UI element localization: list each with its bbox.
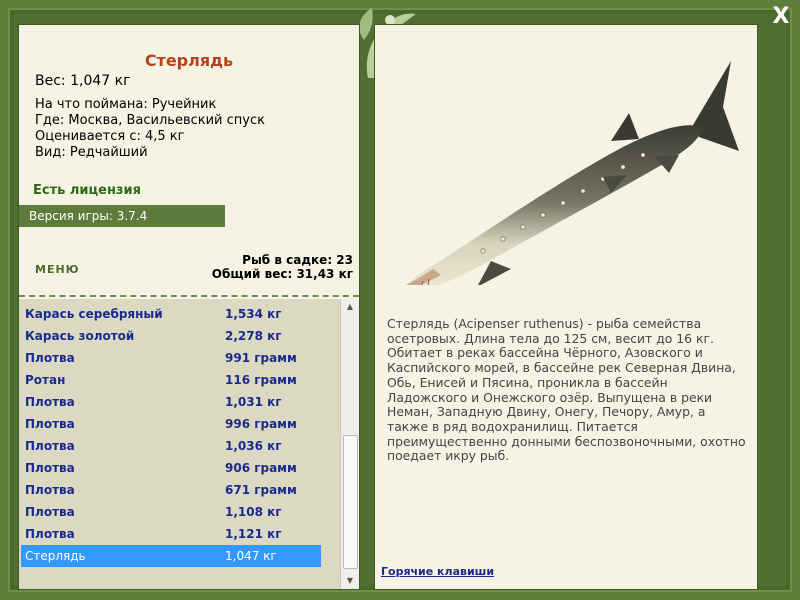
list-item-name: Стерлядь [25,549,86,563]
list-item-weight: 2,278 кг [225,329,282,343]
list-item[interactable]: Плотва 1,121 кг [21,523,321,545]
list-item[interactable]: Плотва 991 грамм [21,347,321,369]
list-item[interactable]: Плотва 1,036 кг [21,435,321,457]
list-item-weight: 1,108 кг [225,505,282,519]
list-item-name: Плотва [25,395,75,409]
fish-weight: Вес: 1,047 кг [35,73,131,89]
list-item[interactable]: Плотва 1,108 кг [21,501,321,523]
list-item-weight: 906 грамм [225,461,297,475]
list-item[interactable]: Плотва 1,031 кг [21,391,321,413]
list-item-name: Ротан [25,373,66,387]
scroll-thumb[interactable] [343,435,358,569]
divider [19,295,359,297]
list-item-selected[interactable]: Стерлядь 1,047 кг [21,545,321,567]
list-item-weight: 996 грамм [225,417,297,431]
list-item-name: Плотва [25,483,75,497]
list-item[interactable]: Плотва 996 грамм [21,413,321,435]
fish-info-section: Стерлядь Вес: 1,047 кг На что поймана: Р… [19,25,359,295]
list-scrollbar[interactable]: ▲ ▼ [340,299,359,589]
list-item-name: Плотва [25,527,75,541]
fish-description: Стерлядь (Acipenser ruthenus) - рыба сем… [387,316,746,464]
cage-stats: Рыб в садке: 23 Общий вес: 31,43 кг [212,253,353,281]
list-item[interactable]: Карась серебряный 1,534 кг [21,303,321,325]
list-item-name: Плотва [25,439,75,453]
close-button[interactable]: X [770,6,792,28]
license-status: Есть лицензия [33,183,141,198]
fish-count: Рыб в садке: 23 [242,253,353,267]
list-item[interactable]: Карась золотой 2,278 кг [21,325,321,347]
fish-value: Оценивается с: 4,5 кг [35,129,185,144]
list-item-name: Плотва [25,351,75,365]
version-bar: Версия игры: 3.7.4 [19,205,225,227]
hotkeys-link[interactable]: Горячие клавиши [381,565,494,578]
fish-details: На что поймана: Ручейник Где: Москва, Ва… [35,97,265,161]
total-weight: Общий вес: 31,43 кг [211,267,353,281]
list-item-weight: 1,031 кг [225,395,282,409]
list-item-name: Карась серебряный [25,307,163,321]
list-item-name: Карась золотой [25,329,135,343]
list-item[interactable]: Плотва 906 грамм [21,457,321,479]
list-item-name: Плотва [25,505,75,519]
right-panel: Стерлядь (Acipenser ruthenus) - рыба сем… [374,24,758,590]
list-item-weight: 991 грамм [225,351,297,365]
list-item-weight: 1,121 кг [225,527,282,541]
list-item[interactable]: Плотва 671 грамм [21,479,321,501]
list-item-weight: 1,534 кг [225,307,282,321]
fish-rarity: Вид: Редчайший [35,145,148,160]
list-item-name: Плотва [25,417,75,431]
fish-illustration [405,61,739,285]
list-item-weight: 116 грамм [225,373,297,387]
menu-button[interactable]: МЕНЮ [35,263,80,276]
list-item-weight: 1,036 кг [225,439,282,453]
arrow-down-icon[interactable]: ▼ [341,573,359,589]
list-item-weight: 671 грамм [225,483,297,497]
list-item[interactable]: Ротан 116 грамм [21,369,321,391]
catch-list: Карась серебряный 1,534 кг Карась золото… [19,299,341,589]
list-item-weight: 1,047 кг [225,549,277,563]
left-panel: Стерлядь Вес: 1,047 кг На что поймана: Р… [18,24,360,590]
arrow-up-icon[interactable]: ▲ [341,299,359,315]
fish-location: Где: Москва, Васильевский спуск [35,113,265,128]
fish-bait: На что поймана: Ручейник [35,97,217,112]
list-item-name: Плотва [25,461,75,475]
close-icon: X [772,4,790,29]
fish-title: Стерлядь [144,51,234,70]
